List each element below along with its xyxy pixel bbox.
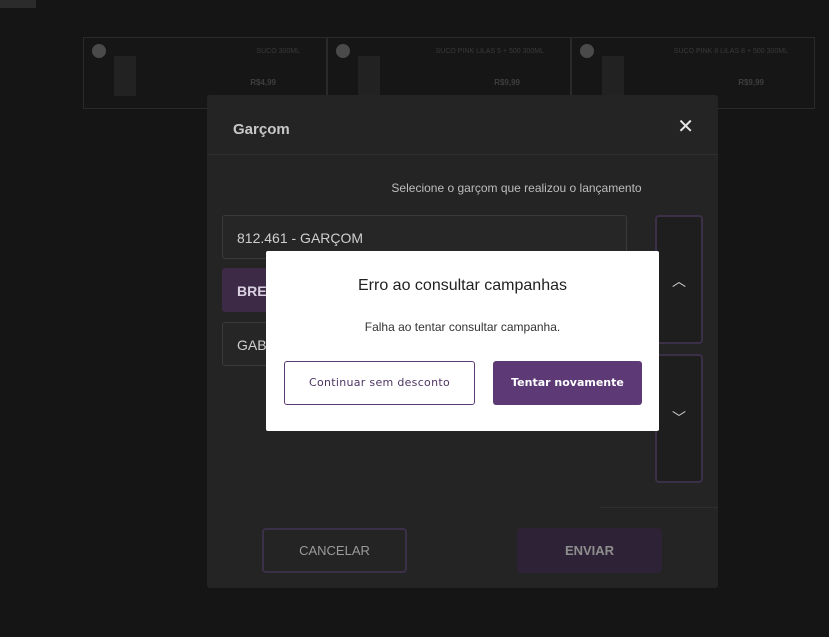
close-icon[interactable]: ✕ (677, 117, 694, 137)
chevron-up-icon: ︿ (672, 273, 686, 289)
product-name: SUCO PINK LILAS 5 + 500 300ML (435, 48, 544, 55)
modal-title: Garçom (233, 121, 290, 138)
scroll-down-button[interactable]: ﹀ (655, 354, 703, 483)
continue-without-discount-button[interactable]: Continuar sem desconto (284, 361, 475, 405)
product-badge-icon (336, 44, 350, 58)
divider (600, 507, 718, 508)
product-image (358, 56, 380, 96)
scroll-up-button[interactable]: ︿ (655, 215, 703, 344)
dialog-message: Falha ao tentar consultar campanha. (364, 320, 561, 334)
retry-button[interactable]: Tentar novamente (493, 361, 642, 405)
app-screen: SUCO 300ML R$4,99 SUCO PINK LILAS 5 + 50… (0, 0, 829, 637)
modal-instruction: Selecione o garçom que realizou o lançam… (391, 181, 642, 195)
dialog-title: Erro ao consultar campanhas (358, 277, 567, 294)
chevron-down-icon: ﹀ (672, 410, 686, 426)
product-name: SUCO 300ML (256, 48, 300, 55)
modal-header: Garçom ✕ (207, 95, 718, 155)
cancel-button[interactable]: CANCELAR (262, 528, 407, 573)
product-badge-icon (580, 44, 594, 58)
product-price: R$9,99 (738, 78, 764, 87)
product-image (602, 56, 624, 96)
error-dialog: Erro ao consultar campanhas Falha ao ten… (266, 251, 659, 431)
product-name: SUCO PINK 8 LILAS 8 + 500 300ML (673, 48, 788, 55)
product-price: R$4,99 (250, 78, 276, 87)
window-corner (0, 0, 36, 8)
product-image (114, 56, 136, 96)
product-badge-icon (92, 44, 106, 58)
send-button[interactable]: ENVIAR (517, 528, 662, 573)
product-price: R$9,99 (494, 78, 520, 87)
